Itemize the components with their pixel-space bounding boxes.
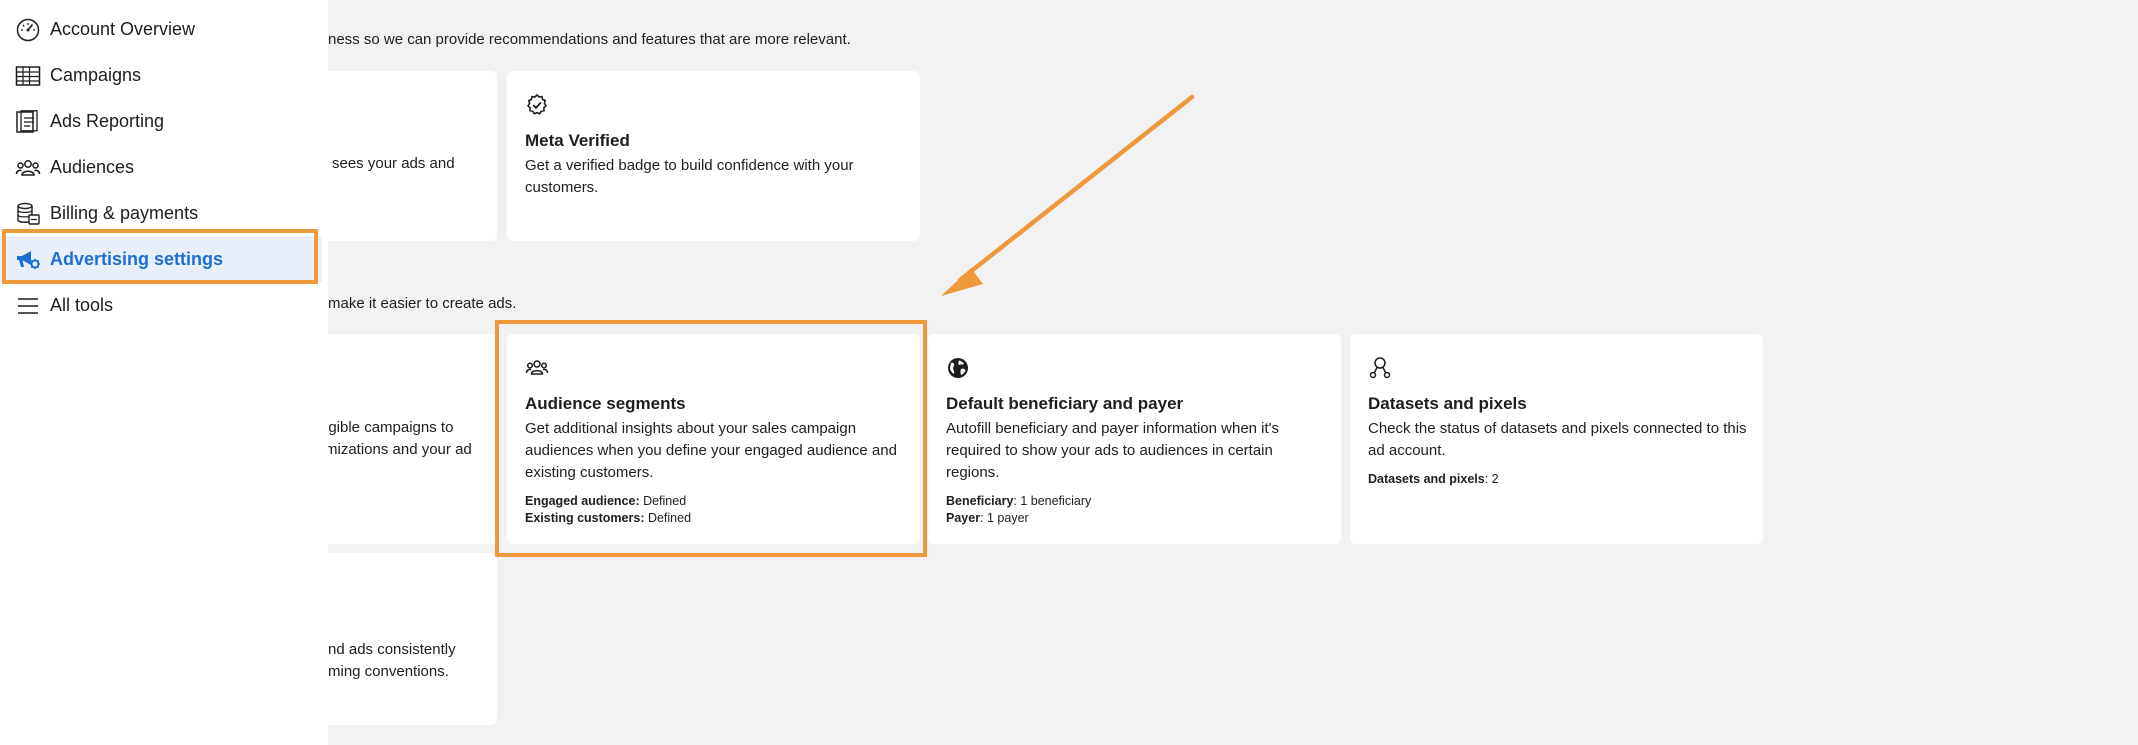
- beneficiary-count: Beneficiary: 1 beneficiary: [946, 494, 1091, 508]
- meta-value: : 1 beneficiary: [1013, 494, 1092, 508]
- existing-customers-status: Existing customers: Defined: [525, 511, 691, 525]
- sidebar-item-audiences[interactable]: Audiences: [0, 144, 322, 190]
- sidebar-item-label: Audiences: [50, 156, 135, 177]
- sidebar-item-label: Account Overview: [50, 18, 196, 39]
- datasets-pixels-card[interactable]: Datasets and pixels Check the status of …: [1350, 334, 1763, 544]
- people-icon: [525, 360, 549, 375]
- sidebar-item-advertising-settings[interactable]: Advertising settings: [0, 236, 322, 282]
- partial-card-text: ming conventions.: [328, 663, 449, 680]
- datasets-count: Datasets and pixels: 2: [1368, 472, 1499, 486]
- meta-label: Payer: [946, 511, 981, 525]
- card-title: Datasets and pixels: [1368, 394, 1527, 413]
- meta-value: Defined: [644, 511, 692, 525]
- meta-label: Existing customers:: [525, 511, 645, 525]
- payer-count: Payer: 1 payer: [946, 511, 1029, 525]
- sidebar-item-campaigns[interactable]: Campaigns: [0, 52, 322, 98]
- card-description: Autofill beneficiary and payer informati…: [946, 420, 1280, 481]
- dataset-nodes-icon: [1369, 357, 1391, 379]
- partial-card-bottom[interactable]: nd ads consistently ming conventions.: [300, 553, 497, 725]
- sidebar-item-ads-reporting[interactable]: Ads Reporting: [0, 98, 322, 144]
- menu-icon: [18, 298, 38, 314]
- engaged-audience-status: Engaged audience: Defined: [525, 494, 686, 508]
- meta-verified-card[interactable]: Meta Verified Get a verified badge to bu…: [507, 71, 920, 241]
- partial-card-middle[interactable]: igible campaigns to mizations and your a…: [300, 334, 497, 544]
- card-description: Check the status of datasets and pixels …: [1368, 420, 1747, 459]
- partial-card-top[interactable]: sees your ads and: [300, 71, 497, 241]
- meta-value: Defined: [639, 494, 687, 508]
- people-icon: [15, 160, 41, 176]
- table-icon: [15, 66, 41, 86]
- card-title: Meta Verified: [525, 131, 630, 150]
- sidebar-nav: Account Overview Campaigns Ads Reporting…: [0, 0, 328, 745]
- meta-label: Engaged audience:: [525, 494, 640, 508]
- meta-label: Beneficiary: [946, 494, 1014, 508]
- sidebar-item-label: Billing & payments: [50, 202, 199, 223]
- meta-label: Datasets and pixels: [1368, 472, 1485, 486]
- partial-card-text: igible campaigns to: [325, 419, 454, 436]
- section-description-business: ness so we can provide recommendations a…: [328, 31, 851, 48]
- card-description: Get additional insights about your sales…: [525, 420, 897, 481]
- audience-segments-card[interactable]: Audience segments Get additional insight…: [507, 334, 920, 544]
- sidebar-item-all-tools[interactable]: All tools: [0, 282, 322, 328]
- coins-icon: [17, 202, 40, 225]
- report-icon: [16, 110, 38, 133]
- meta-value: : 2: [1484, 472, 1499, 486]
- speedometer-icon: [16, 18, 40, 42]
- globe-icon: [948, 358, 968, 378]
- sidebar-item-label: All tools: [50, 294, 114, 315]
- partial-card-text: sees your ads and: [332, 155, 455, 172]
- section-description-ads: make it easier to create ads.: [328, 295, 517, 312]
- card-title: Default beneficiary and payer: [946, 394, 1184, 413]
- default-beneficiary-card[interactable]: Default beneficiary and payer Autofill b…: [928, 334, 1341, 544]
- sidebar-item-account-overview[interactable]: Account Overview: [0, 6, 322, 52]
- sidebar-item-billing[interactable]: Billing & payments: [0, 190, 322, 236]
- partial-card-text: mizations and your ad: [325, 441, 472, 458]
- partial-card-text: nd ads consistently: [328, 641, 456, 658]
- verified-badge-icon: [526, 93, 548, 115]
- card-title: Audience segments: [525, 394, 686, 413]
- card-description: Get a verified badge to build confidence…: [525, 157, 854, 196]
- sidebar-item-label: Ads Reporting: [50, 110, 165, 131]
- megaphone-gear-icon: [17, 251, 41, 270]
- meta-value: : 1 payer: [980, 511, 1029, 525]
- sidebar-item-label: Campaigns: [50, 64, 142, 85]
- sidebar-item-label: Advertising settings: [50, 248, 224, 269]
